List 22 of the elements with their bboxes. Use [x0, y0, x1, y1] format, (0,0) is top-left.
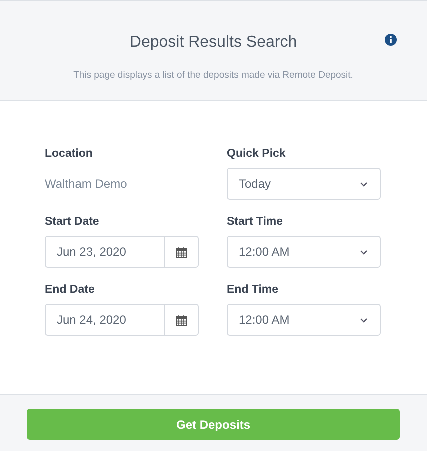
- select-field[interactable]: Today: [227, 168, 381, 200]
- select-field[interactable]: 12:00 AM: [227, 304, 381, 336]
- chevron-down-icon: [360, 250, 368, 254]
- field-label: Start Time: [227, 215, 284, 229]
- chevron-down-icon: [360, 182, 368, 186]
- field-label: Start Date: [45, 215, 100, 229]
- calendar-button[interactable]: [165, 236, 199, 268]
- field-label: End Date: [45, 283, 96, 297]
- calendar-button[interactable]: [165, 304, 199, 336]
- info-icon[interactable]: [385, 34, 397, 46]
- page-description: This page displays a list of the deposits made via Remote Deposit.: [74, 69, 354, 83]
- calendar-icon: [176, 314, 187, 326]
- date-field[interactable]: Jun 24, 2020: [45, 304, 165, 336]
- field-label: End Time: [227, 283, 280, 297]
- field-label: Location: [45, 147, 94, 161]
- page-title: Deposit Results Search: [130, 33, 298, 53]
- field-label: Quick Pick: [227, 147, 287, 161]
- date-field[interactable]: Jun 23, 2020: [45, 236, 165, 268]
- select-field[interactable]: 12:00 AM: [227, 236, 381, 268]
- chevron-down-icon: [360, 318, 368, 322]
- location-value: Waltham Demo: [45, 176, 128, 193]
- calendar-icon: [176, 246, 187, 258]
